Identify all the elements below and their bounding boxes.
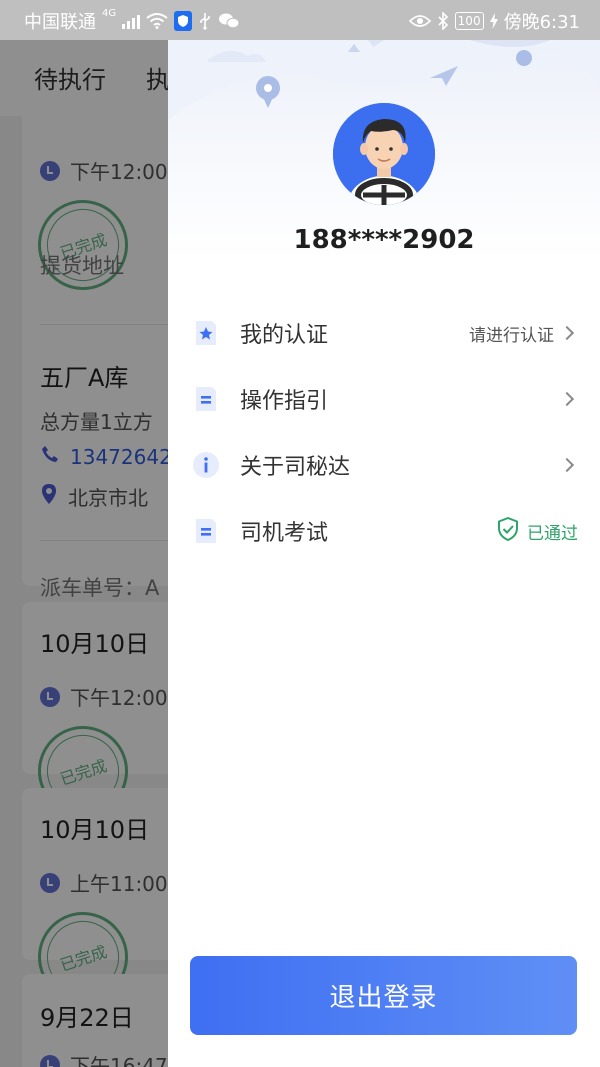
- shield-check-icon: [497, 516, 519, 546]
- carrier-label: 中国联通: [24, 12, 96, 33]
- document-icon: [192, 385, 220, 413]
- menu-right: [559, 457, 578, 473]
- avatar[interactable]: [333, 103, 435, 205]
- menu-label: 操作指引: [240, 389, 329, 414]
- status-bar: 中国联通 4G 100 傍晚6:31: [0, 0, 600, 40]
- logout-button[interactable]: 退出登录: [190, 956, 577, 1035]
- chevron-right-icon: [559, 457, 575, 473]
- driver-avatar-icon: [333, 103, 435, 205]
- side-drawer: 188****2902 我的认证 请进行认证 操作指引 关于司秘达 司机考试 已…: [168, 0, 600, 1067]
- menu-driver-exam[interactable]: 司机考试 已通过: [192, 509, 578, 553]
- wifi-icon: [146, 13, 168, 29]
- bluetooth-icon: [437, 12, 449, 30]
- user-phone: 188****2902: [293, 225, 475, 255]
- menu-about[interactable]: 关于司秘达: [192, 443, 578, 487]
- battery-icon: 100: [454, 12, 484, 30]
- menu-my-certification[interactable]: 我的认证 请进行认证: [192, 311, 578, 355]
- battery-level: 100: [457, 14, 481, 28]
- document-icon: [192, 517, 220, 545]
- menu-right: 请进行认证: [469, 321, 578, 346]
- exam-status-text: 已通过: [527, 523, 578, 544]
- certification-status: 请进行认证: [469, 325, 554, 346]
- exam-status: 已通过: [497, 516, 578, 546]
- chevron-right-icon: [559, 325, 575, 341]
- clock-time: 傍晚6:31: [503, 12, 580, 33]
- usb-icon: [198, 12, 212, 30]
- charging-icon: [489, 13, 498, 29]
- menu-label: 关于司秘达: [240, 455, 351, 480]
- signal-icon: [122, 13, 141, 29]
- wechat-icon: [218, 12, 240, 30]
- info-icon: [192, 451, 220, 479]
- chevron-right-icon: [559, 391, 575, 407]
- menu-right: [559, 391, 578, 407]
- menu-label: 司机考试: [240, 521, 329, 546]
- certification-icon: [192, 319, 220, 347]
- network-label: 4G: [102, 8, 117, 19]
- menu-label: 我的认证: [240, 323, 329, 348]
- security-app-icon: [174, 11, 193, 31]
- eye-comfort-icon: [408, 14, 431, 28]
- menu-operation-guide[interactable]: 操作指引: [192, 377, 578, 421]
